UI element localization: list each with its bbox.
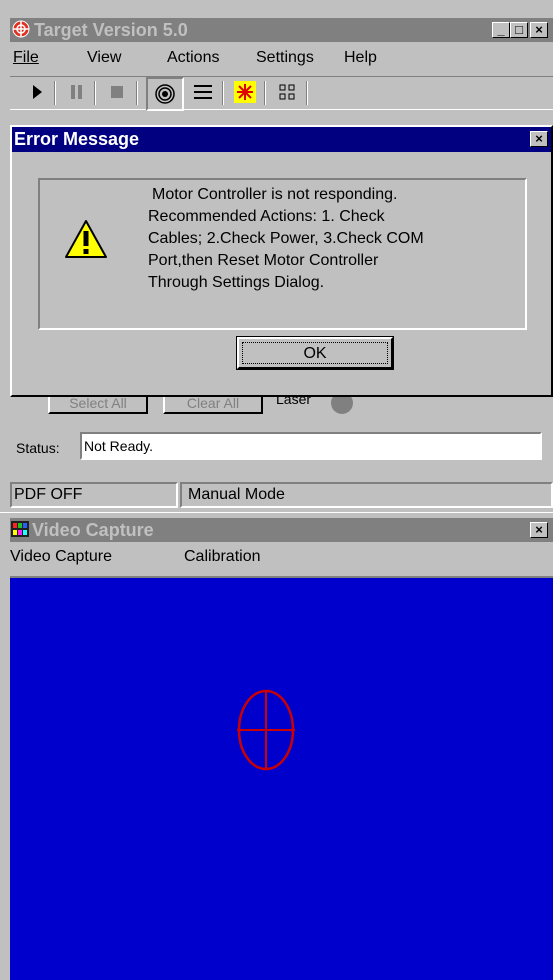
main-window-title: Target Version 5.0	[34, 20, 188, 40]
play-icon	[33, 85, 42, 99]
menu-file[interactable]: File	[13, 49, 39, 67]
play-button[interactable]	[24, 77, 50, 107]
dialog-title: Error Message	[14, 129, 140, 149]
toolbar-separator	[264, 81, 266, 105]
clear-all-label: Clear All	[186, 395, 240, 411]
maximize-button[interactable]: □	[510, 22, 528, 38]
toolbar-separator	[306, 81, 308, 105]
select-all-label: Select All	[69, 395, 127, 411]
ok-label: OK	[303, 345, 327, 362]
pause-button[interactable]	[64, 77, 90, 107]
toolbar-separator	[94, 81, 96, 105]
message-line: Recommended Actions: 1. Check	[148, 208, 385, 225]
menu-view[interactable]: View	[87, 49, 121, 67]
stop-button[interactable]	[104, 77, 130, 107]
main-menu-bar: File View Actions Settings Help	[10, 44, 553, 72]
error-message: Motor Controller is not responding. Reco…	[148, 184, 520, 294]
menu-actions[interactable]: Actions	[167, 49, 219, 67]
laser-star-icon	[234, 81, 256, 103]
dialog-close-button[interactable]: ×	[530, 131, 548, 147]
grid-button[interactable]	[274, 77, 300, 107]
stop-icon	[111, 86, 123, 98]
toolbar	[10, 76, 553, 111]
message-line: Motor Controller is not responding.	[152, 186, 398, 203]
menu-calibration[interactable]: Calibration	[184, 548, 260, 566]
target-icon	[155, 84, 175, 104]
toolbar-separator	[54, 81, 56, 105]
target-button[interactable]	[146, 77, 184, 111]
list-button[interactable]	[190, 77, 216, 107]
status-value: Not Ready.	[84, 438, 153, 454]
pdf-status-text: PDF OFF	[14, 486, 83, 503]
message-line: Cables; 2.Check Power, 3.Check COM	[148, 230, 424, 247]
ok-focus-rect: OK	[242, 342, 388, 364]
status-label: Status:	[16, 440, 60, 456]
status-bar: PDF OFF Manual Mode	[10, 482, 553, 508]
list-icon	[194, 85, 212, 99]
video-close-button[interactable]: ×	[530, 522, 548, 538]
video-app-icon	[11, 521, 29, 537]
message-line: Port,then Reset Motor Controller	[148, 252, 379, 269]
warning-icon	[64, 219, 108, 259]
mode-status-text: Manual Mode	[188, 486, 285, 503]
video-frame[interactable]	[10, 576, 553, 980]
select-all-button[interactable]: Select All	[48, 394, 148, 414]
mode-status-pane: Manual Mode	[180, 482, 553, 508]
error-dialog: Error Message × Motor Controller is not …	[10, 125, 553, 397]
status-field: Not Ready.	[80, 432, 542, 460]
toolbar-separator	[222, 81, 224, 105]
pdf-status-pane: PDF OFF	[10, 482, 178, 508]
target-app-icon	[12, 20, 30, 38]
dialog-title-bar[interactable]: Error Message ×	[12, 127, 551, 152]
message-panel: Motor Controller is not responding. Reco…	[38, 178, 527, 330]
close-button[interactable]: ×	[530, 22, 548, 38]
menu-video-capture[interactable]: Video Capture	[10, 548, 112, 566]
main-title-bar[interactable]: Target Version 5.0 _ □ ×	[10, 18, 553, 42]
video-title-bar[interactable]: Video Capture ×	[10, 518, 553, 542]
menu-help[interactable]: Help	[344, 49, 377, 67]
menu-settings[interactable]: Settings	[256, 49, 314, 67]
toolbar-separator	[136, 81, 138, 105]
clear-all-button[interactable]: Clear All	[163, 394, 263, 414]
minimize-button[interactable]: _	[492, 22, 510, 38]
video-menu-bar: Video Capture Calibration	[10, 544, 553, 572]
message-line: Through Settings Dialog.	[148, 274, 325, 291]
video-window-title: Video Capture	[32, 520, 154, 540]
crosshair-icon	[237, 689, 295, 771]
pause-icon	[71, 85, 82, 99]
laser-button[interactable]	[232, 77, 258, 107]
ok-button[interactable]: OK	[236, 336, 394, 370]
grid-icon	[279, 84, 295, 100]
